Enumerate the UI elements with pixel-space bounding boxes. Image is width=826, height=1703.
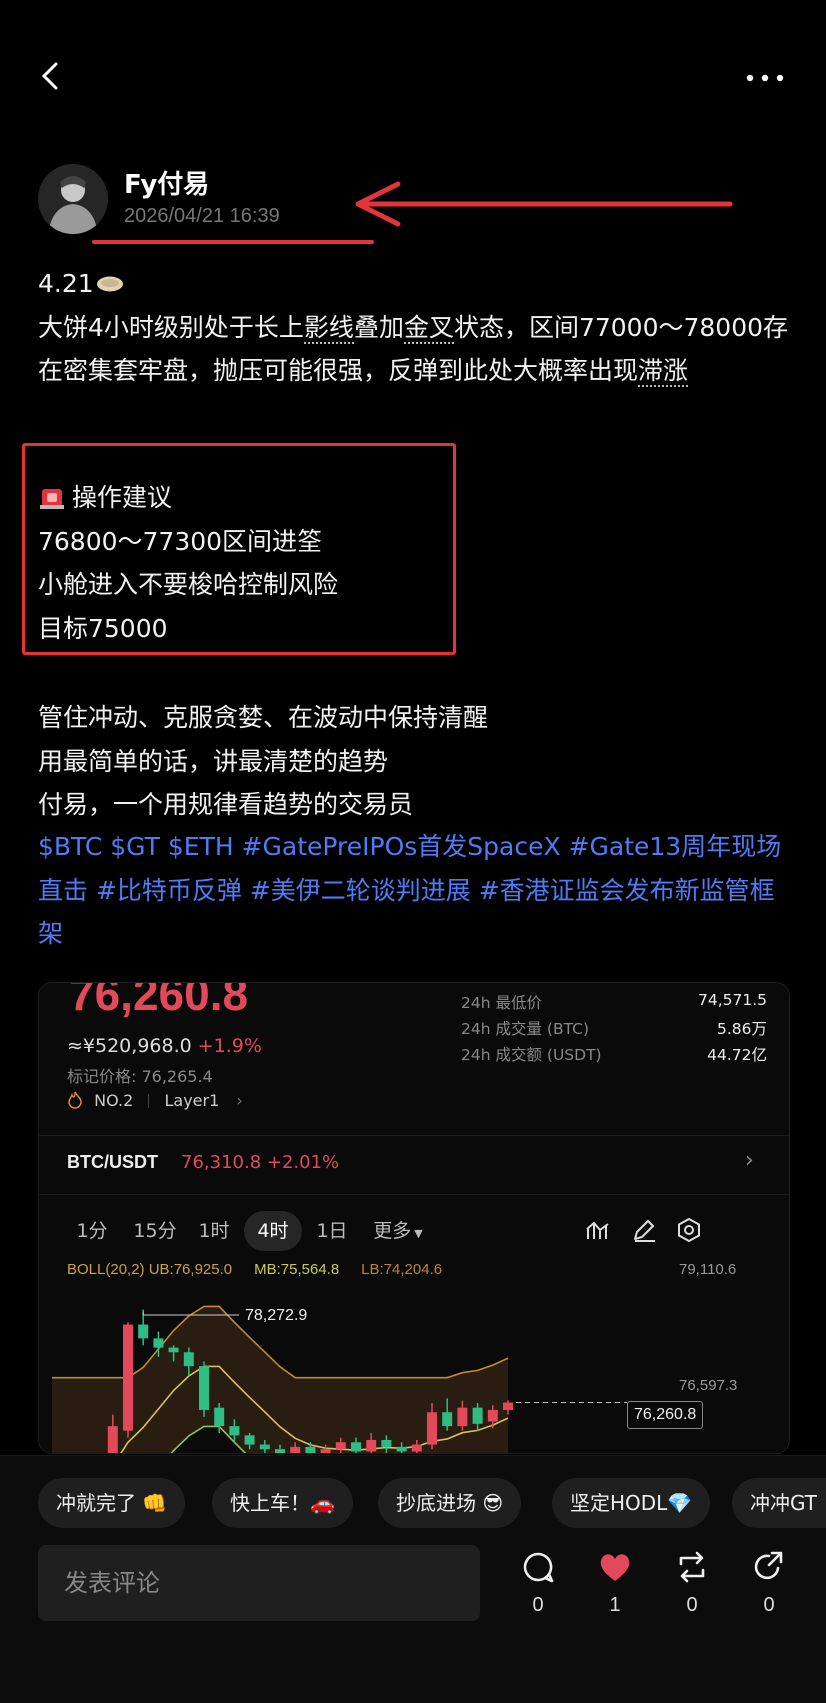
quick-reply-chip[interactable]: 坚定HODL💎 — [552, 1478, 711, 1528]
candle-body — [275, 1449, 285, 1453]
share-button[interactable]: 0 — [739, 1550, 799, 1617]
post-paragraph: 4.21 大饼4小时级别处于长上影线叠加金叉状态，区间77000～78000存在… — [38, 269, 789, 387]
candle-body — [138, 1324, 149, 1339]
date-prefix: 4.21 — [38, 269, 94, 298]
repost-icon — [679, 1551, 705, 1583]
term-link[interactable]: 影线 — [303, 312, 354, 344]
tab-more[interactable]: 更多 ▼ — [365, 1211, 431, 1251]
chevron-right-icon: › — [236, 1091, 243, 1110]
candle-body — [503, 1402, 513, 1410]
tab-1m[interactable]: 1分 — [67, 1211, 117, 1251]
draw-pen-icon[interactable] — [631, 1217, 657, 1243]
hashtags[interactable]: $BTC $GT $ETH #GatePreIPOs首发SpaceX #Gate… — [38, 825, 798, 956]
axis-label-top: 79,110.6 — [679, 1261, 737, 1278]
author-name[interactable]: Fy付易 — [124, 164, 209, 201]
tab-1d[interactable]: 1日 — [307, 1211, 357, 1251]
tab-15m[interactable]: 15分 — [127, 1211, 183, 1251]
annotation-box — [22, 443, 456, 655]
term-link[interactable]: 滞涨 — [638, 356, 689, 387]
boll-indicator: BOLL(20,2) UB:76,925.0 MB:75,564.8 LB:74,2… — [67, 1261, 443, 1278]
candle-body — [214, 1407, 225, 1427]
candle-body — [472, 1407, 483, 1424]
boll-band — [52, 1306, 508, 1453]
tab-4h[interactable]: 4时 — [244, 1211, 302, 1251]
high-marker-label: 78,272.9 — [245, 1307, 308, 1324]
quick-reply-chip[interactable]: 快上车！🚗 — [212, 1478, 353, 1528]
candle-body — [107, 1426, 118, 1453]
candle-body — [199, 1366, 209, 1410]
more-dots-icon — [746, 74, 784, 82]
rank-row[interactable]: NO.2 Layer1 › — [67, 1091, 243, 1110]
chevron-left-icon — [41, 62, 58, 90]
market-card[interactable]: 76,260.8 ≈¥520,968.0 +1.9% 标记价格: 76,265.4… — [38, 982, 790, 1454]
indicator-icon[interactable] — [585, 1217, 611, 1243]
cny-price: ≈¥520,968.0 +1.9% — [67, 1035, 262, 1057]
mark-price: 标记价格: 76,265.4 — [67, 1067, 213, 1086]
tab-1h[interactable]: 1时 — [189, 1211, 239, 1251]
candle-body — [168, 1347, 179, 1353]
current-price-tag: 76,260.8 — [627, 1401, 704, 1429]
candle-body — [335, 1442, 346, 1450]
quick-reply-chip[interactable]: 抄底进场 😎 — [378, 1478, 522, 1528]
candle-body — [229, 1426, 240, 1436]
candle-body — [183, 1352, 194, 1367]
heart-icon — [600, 1554, 630, 1581]
more-options-button[interactable] — [744, 62, 786, 92]
chevron-right-icon: › — [745, 1148, 754, 1173]
avatar[interactable] — [38, 164, 108, 234]
repost-button[interactable]: 0 — [662, 1550, 722, 1617]
comment-button[interactable]: 0 — [508, 1550, 568, 1617]
stats-panel: 24h 最低价 74,571.5 24h 成交量 (BTC) 5.86万 24h 成… — [461, 991, 767, 1064]
candle-body — [396, 1446, 407, 1452]
pair-row[interactable]: BTC/USDT 76,310.8 +2.01% › — [39, 1135, 789, 1195]
candle-body — [427, 1412, 437, 1445]
candle-body — [487, 1409, 498, 1422]
settings-hex-icon[interactable] — [676, 1217, 702, 1243]
post-timestamp: 2026/04/21 16:39 — [124, 205, 280, 227]
candle-body — [244, 1435, 255, 1445]
candle-body — [351, 1442, 361, 1452]
comment-icon — [523, 1552, 554, 1583]
candle-body — [259, 1444, 270, 1450]
candle-body — [457, 1407, 468, 1427]
term-link[interactable]: 金叉 — [403, 312, 454, 344]
quick-reply-chip[interactable]: 冲冲GT — [732, 1478, 826, 1528]
candle-body — [411, 1444, 422, 1452]
like-button[interactable]: 1 — [585, 1550, 645, 1617]
pancake-emoji-icon — [96, 276, 123, 292]
avatar-image — [38, 164, 108, 234]
candle-body — [381, 1439, 392, 1447]
candle-body — [366, 1439, 377, 1452]
post-closing: 管住冲动、克服贪婪、在波动中保持清醒 用最简单的话，讲最清楚的趋势 付易，一个用… — [38, 703, 489, 819]
candle-body — [123, 1324, 133, 1431]
candle-body — [320, 1449, 331, 1453]
pair-name: BTC/USDT — [67, 1152, 158, 1172]
flame-icon — [68, 1091, 82, 1109]
candle-body — [442, 1412, 453, 1427]
candle-body — [290, 1446, 301, 1453]
last-price: 76,260.8 — [69, 982, 249, 1020]
quick-reply-chip[interactable]: 冲就完了 👊 — [38, 1478, 186, 1528]
pair-price: 76,310.8 +2.01% — [181, 1152, 340, 1173]
back-button[interactable] — [34, 58, 70, 94]
comment-input[interactable]: 发表评论 — [38, 1545, 480, 1621]
candle-body — [305, 1446, 316, 1453]
share-icon — [754, 1551, 783, 1580]
candle-body — [153, 1338, 164, 1348]
